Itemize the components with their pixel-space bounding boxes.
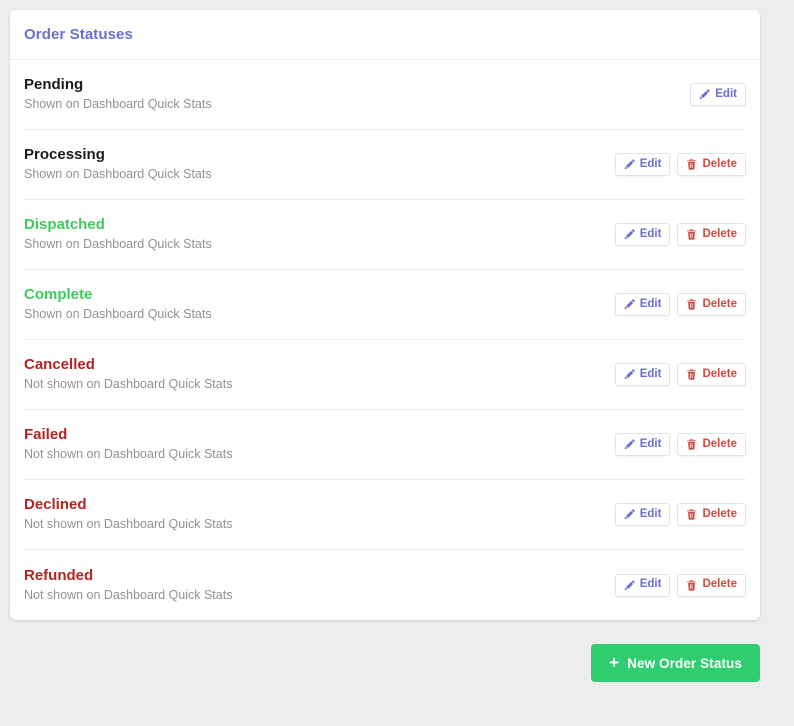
status-info: Declined Not shown on Dashboard Quick Sta…	[24, 496, 232, 533]
status-name: Failed	[24, 426, 68, 444]
status-info: Complete Shown on Dashboard Quick Stats	[24, 286, 212, 323]
delete-button[interactable]: Delete	[677, 573, 746, 597]
status-visibility-text: Shown on Dashboard Quick Stats	[24, 97, 212, 112]
pencil-icon	[624, 369, 635, 380]
status-actions: Edit Delete	[614, 503, 746, 526]
status-name: Declined	[24, 496, 87, 514]
trash-icon	[686, 579, 697, 591]
status-row: Refunded Not shown on Dashboard Quick Sta…	[24, 550, 746, 620]
status-visibility-text: Not shown on Dashboard Quick Stats	[24, 447, 233, 462]
trash-icon	[686, 509, 697, 520]
edit-button-label: Edit	[639, 297, 662, 310]
pencil-icon	[624, 509, 635, 520]
status-name: Processing	[24, 146, 105, 164]
status-visibility-text: Not shown on Dashboard Quick Stats	[24, 517, 233, 532]
status-name: Pending	[24, 76, 84, 94]
status-name: Cancelled	[24, 356, 95, 374]
edit-button-label: Edit	[715, 87, 737, 100]
status-actions: Edit Delete	[614, 363, 746, 386]
edit-button[interactable]: Edit	[614, 363, 671, 386]
page-title: Order Statuses	[24, 26, 133, 43]
status-visibility-text: Shown on Dashboard Quick Stats	[24, 167, 212, 182]
trash-icon	[686, 369, 697, 380]
delete-button[interactable]: Delete	[677, 153, 746, 176]
edit-button[interactable]: Edit	[690, 83, 746, 106]
new-order-status-label: New Order Status	[627, 655, 742, 671]
edit-button[interactable]: Edit	[614, 223, 671, 246]
delete-button[interactable]: Delete	[677, 363, 746, 386]
trash-icon	[686, 229, 697, 240]
status-row: Complete Shown on Dashboard Quick Stats Ed…	[24, 270, 746, 340]
status-info: Failed Not shown on Dashboard Quick Stats	[24, 426, 232, 463]
delete-button[interactable]: Delete	[677, 433, 746, 456]
delete-button-label: Delete	[702, 367, 737, 380]
delete-button[interactable]: Delete	[677, 503, 746, 526]
status-info: Refunded Not shown on Dashboard Quick Sta…	[24, 567, 232, 604]
card-header: Order Statuses	[10, 10, 760, 60]
status-info: Processing Shown on Dashboard Quick Stats	[24, 146, 212, 183]
edit-button-label: Edit	[639, 227, 662, 240]
status-info: Cancelled Not shown on Dashboard Quick St…	[24, 356, 232, 393]
footer-actions: + New Order Status	[10, 644, 784, 682]
status-visibility-text: Shown on Dashboard Quick Stats	[24, 237, 212, 252]
status-info: Dispatched Shown on Dashboard Quick Stats	[24, 216, 212, 253]
pencil-icon	[624, 229, 635, 240]
pencil-icon	[624, 439, 635, 450]
order-statuses-card: Order Statuses Pending Shown on Dashboard…	[10, 10, 760, 620]
status-actions: Edit Delete	[614, 153, 746, 176]
delete-button[interactable]: Delete	[677, 223, 746, 246]
status-row: Declined Not shown on Dashboard Quick Sta…	[24, 480, 746, 550]
status-visibility-text: Not shown on Dashboard Quick Stats	[24, 377, 233, 392]
edit-button-label: Edit	[639, 507, 662, 520]
edit-button-label: Edit	[639, 367, 662, 380]
status-row: Dispatched Shown on Dashboard Quick Stats…	[24, 200, 746, 270]
pencil-icon	[624, 299, 635, 310]
status-actions: Edit Delete	[614, 293, 746, 316]
status-actions: Edit Delete	[614, 573, 746, 597]
pencil-icon	[699, 89, 710, 100]
delete-button-label: Delete	[702, 437, 737, 450]
edit-button-label: Edit	[639, 437, 662, 450]
status-actions: Edit Delete	[614, 433, 746, 456]
status-name: Dispatched	[24, 216, 105, 234]
edit-button[interactable]: Edit	[614, 433, 671, 456]
page-root: Order Statuses Pending Shown on Dashboard…	[0, 0, 794, 726]
trash-icon	[686, 299, 697, 310]
delete-button-label: Delete	[702, 507, 737, 520]
delete-button-label: Delete	[702, 227, 737, 240]
edit-button[interactable]: Edit	[614, 153, 671, 176]
status-row: Cancelled Not shown on Dashboard Quick St…	[24, 340, 746, 410]
status-info: Pending Shown on Dashboard Quick Stats	[24, 76, 212, 113]
delete-button-label: Delete	[702, 297, 737, 310]
status-visibility-text: Shown on Dashboard Quick Stats	[24, 307, 212, 322]
status-actions: Edit	[690, 83, 746, 106]
edit-button-label: Edit	[639, 157, 662, 170]
edit-button[interactable]: Edit	[614, 573, 671, 597]
status-row: Pending Shown on Dashboard Quick Stats Edi…	[24, 60, 746, 130]
pencil-icon	[624, 159, 635, 170]
status-name: Complete	[24, 286, 93, 304]
delete-button-label: Delete	[702, 578, 737, 591]
trash-icon	[686, 159, 697, 170]
plus-icon: +	[609, 652, 620, 672]
delete-button-label: Delete	[702, 157, 737, 170]
status-list: Pending Shown on Dashboard Quick Stats Edi…	[10, 60, 760, 620]
trash-icon	[686, 439, 697, 450]
pencil-icon	[624, 579, 635, 591]
status-name: Refunded	[24, 566, 94, 584]
status-row: Failed Not shown on Dashboard Quick Stats…	[24, 410, 746, 480]
new-order-status-button[interactable]: + New Order Status	[591, 644, 760, 682]
edit-button[interactable]: Edit	[614, 293, 671, 316]
delete-button[interactable]: Delete	[677, 293, 746, 316]
edit-button[interactable]: Edit	[614, 503, 671, 526]
edit-button-label: Edit	[639, 578, 662, 591]
status-visibility-text: Not shown on Dashboard Quick Stats	[24, 587, 233, 602]
status-row: Processing Shown on Dashboard Quick Stats…	[24, 130, 746, 200]
status-actions: Edit Delete	[614, 223, 746, 246]
